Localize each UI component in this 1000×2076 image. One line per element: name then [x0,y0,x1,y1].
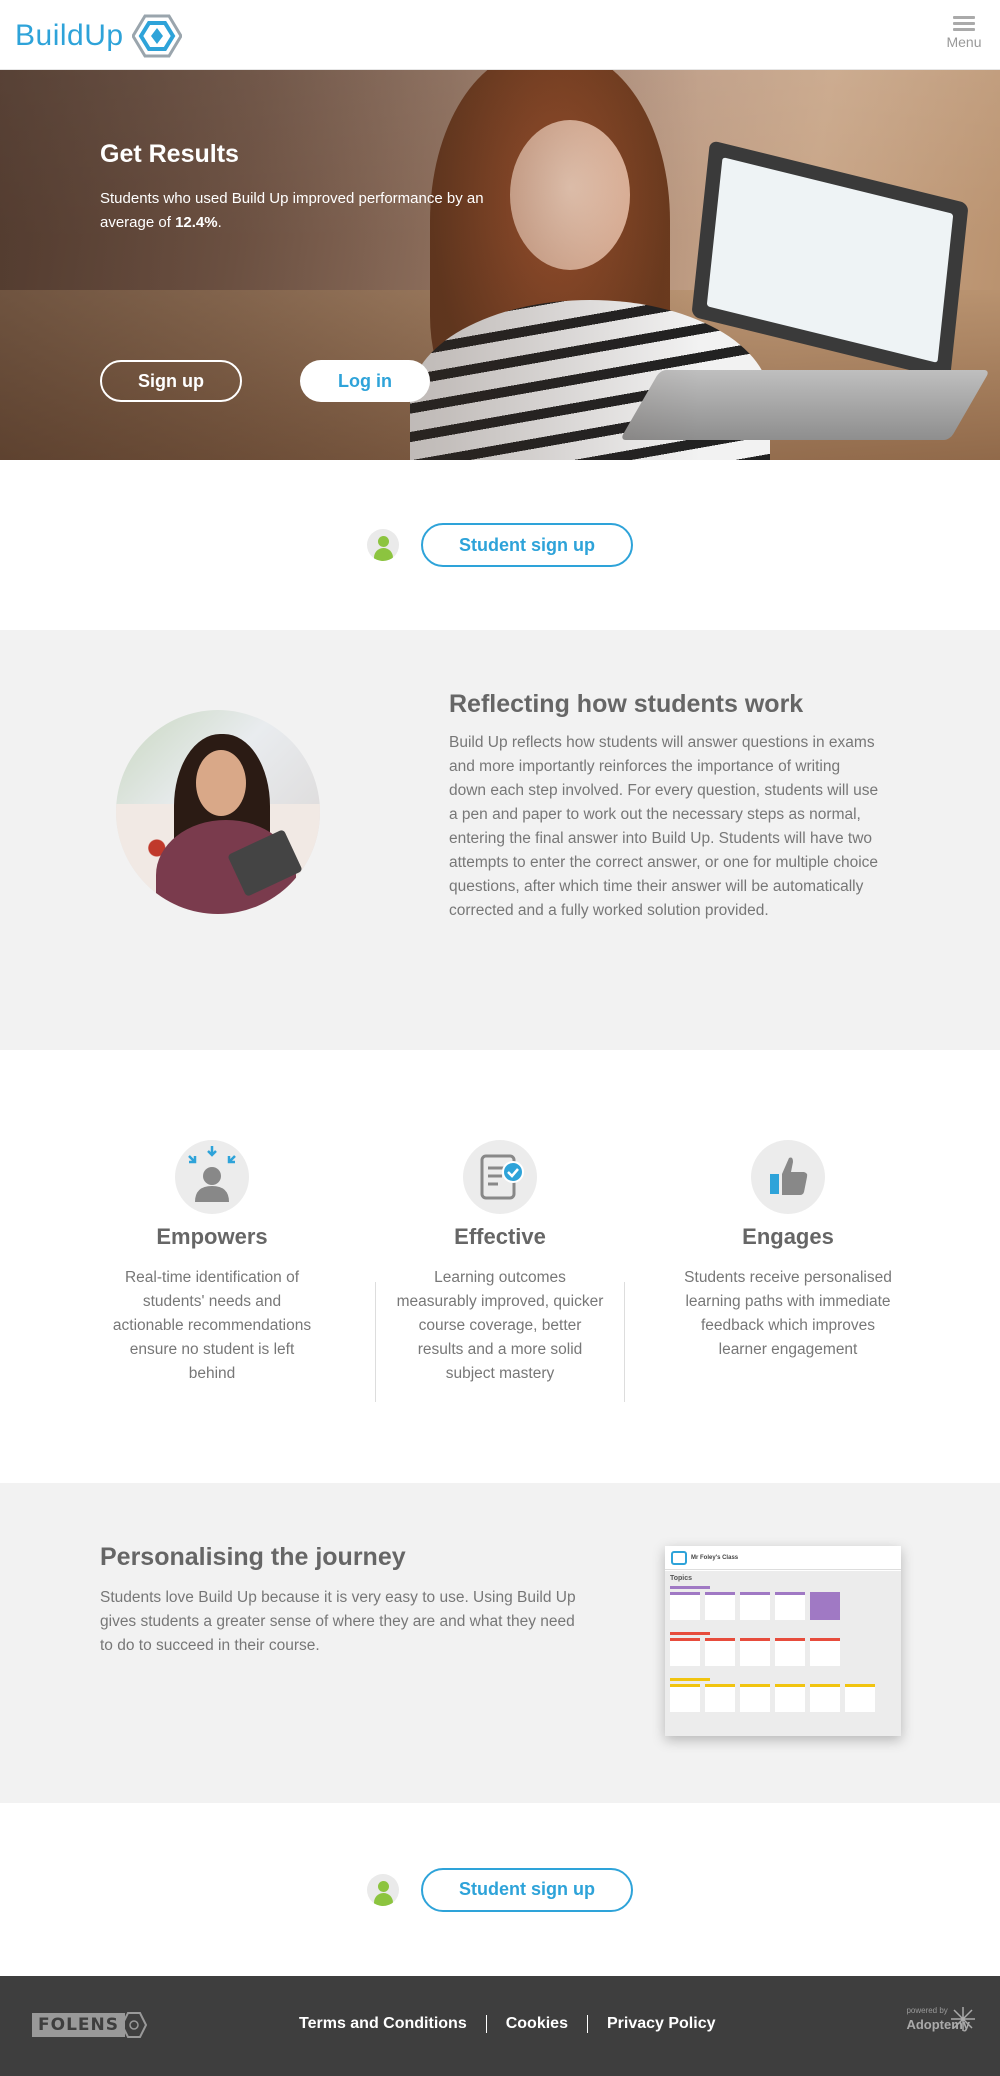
dashboard-title: Mr Foley's Class [691,1554,739,1561]
student-tablet-photo [116,710,320,914]
reflecting-title: Reflecting how students work [449,690,804,718]
privacy-link[interactable]: Privacy Policy [588,2015,735,2033]
student-sign-up-button[interactable]: Student sign up [421,1867,633,1912]
adoptemy-logo[interactable]: powered by Adoptemy [906,2006,975,2032]
checklist-icon [463,1140,537,1214]
hero-title: Get Results [100,140,239,168]
class-dashboard-screenshot: Mr Foley's Class Topics [665,1546,901,1736]
hero-content: Get Results Students who used Build Up i… [100,140,540,235]
feature-text: Real-time identification of students' ne… [112,1269,312,1382]
adoptemy-star-icon [951,2007,975,2031]
student-avatar-icon [367,1873,399,1906]
personalising-title: Personalising the journey [100,1543,406,1571]
reflecting-body: Build Up reflects how students will answ… [449,734,879,919]
log-in-button[interactable]: Log in [300,360,430,402]
folens-logo[interactable]: FOLENS [32,2012,147,2038]
footer-links: Terms and Conditions Cookies Privacy Pol… [280,2015,734,2033]
buildup-logo[interactable]: BuildUp [15,14,182,58]
menu-label: Menu [946,34,982,50]
feature-text: Learning outcomes measurably improved, q… [396,1269,604,1382]
thumbs-up-icon [751,1140,825,1214]
student-sign-up-button[interactable]: Student sign up [421,523,633,567]
personalising-section: Personalising the journey Students love … [0,1483,1000,1803]
hero-stat: 12.4% [175,214,218,231]
terms-link[interactable]: Terms and Conditions [280,2015,486,2033]
features-section: Empowers Real-time identification of stu… [0,1050,1000,1483]
feature-text: Students receive personalised learning p… [684,1269,892,1358]
hero-banner: Get Results Students who used Build Up i… [0,70,1000,460]
student-signup-section-bottom: Student sign up [0,1803,1000,1976]
logo-text: BuildUp [15,19,124,52]
dashboard-topics-label: Topics [670,1575,693,1582]
feature-title: Empowers [156,1224,268,1249]
feature-empowers: Empowers Real-time identification of stu… [68,1140,356,1386]
site-footer: FOLENS Terms and Conditions Cookies Priv… [0,1976,1000,2076]
feature-engages: Engages Students receive personalised le… [644,1140,932,1362]
sign-up-button[interactable]: Sign up [100,360,242,402]
site-header: BuildUp Menu [0,0,1000,70]
dashboard-logo-icon [671,1550,687,1565]
student-signup-section: Student sign up [0,460,1000,630]
person-focus-icon [175,1140,249,1214]
hero-buttons: Sign up Log in [100,360,430,402]
feature-title: Effective [454,1224,546,1249]
menu-button[interactable]: Menu [944,16,984,50]
hamburger-icon [944,16,984,31]
hero-text: Students who used Build Up improved perf… [100,190,484,231]
student-avatar-icon [367,529,399,561]
reflecting-section: Reflecting how students work Build Up re… [0,630,1000,1050]
folens-text: FOLENS [32,2013,125,2037]
feature-effective: Effective Learning outcomes measurably i… [356,1140,644,1386]
feature-title: Engages [742,1224,834,1249]
personalising-body: Students love Build Up because it is ver… [100,1589,576,1654]
cookies-link[interactable]: Cookies [487,2015,587,2033]
folens-hex-icon [120,2012,147,2038]
hexagon-logo-icon [131,14,182,58]
